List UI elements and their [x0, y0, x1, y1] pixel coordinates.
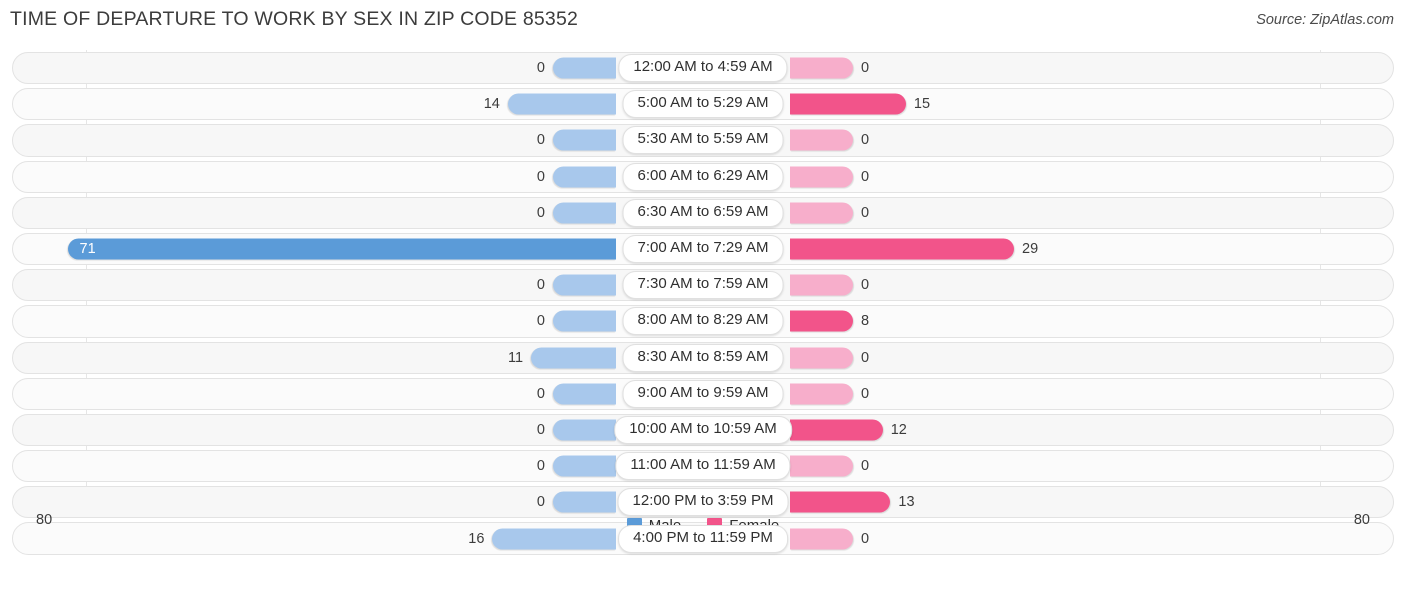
- male-bar[interactable]: [531, 347, 616, 369]
- male-value-label: 14: [483, 96, 500, 113]
- page-title: TIME OF DEPARTURE TO WORK BY SEX IN ZIP …: [10, 8, 579, 30]
- female-value-label: 0: [861, 168, 870, 185]
- table-row[interactable]: 0 0 12:00 AM to 4:59 AM: [0, 50, 1406, 86]
- male-bar[interactable]: [553, 383, 616, 405]
- female-value-label: 15: [913, 96, 931, 113]
- male-value-label: 71: [79, 241, 96, 258]
- male-value-label: 0: [536, 204, 545, 221]
- female-bar[interactable]: [790, 491, 891, 513]
- category-label[interactable]: 5:00 AM to 5:29 AM: [622, 90, 784, 119]
- female-bar[interactable]: [790, 166, 853, 188]
- male-value-label: 11: [507, 349, 524, 366]
- table-row[interactable]: 71 29 7:00 AM to 7:29 AM: [0, 231, 1406, 267]
- male-bar[interactable]: [67, 238, 616, 260]
- male-bar[interactable]: [553, 57, 616, 79]
- table-row[interactable]: 0 12 10:00 AM to 10:59 AM: [0, 412, 1406, 448]
- male-bar[interactable]: [553, 419, 616, 441]
- female-bar[interactable]: [790, 274, 853, 296]
- male-bar[interactable]: [553, 310, 616, 332]
- female-bar[interactable]: [790, 202, 853, 224]
- male-bar[interactable]: [553, 491, 616, 513]
- table-row[interactable]: 0 0 5:30 AM to 5:59 AM: [0, 122, 1406, 158]
- table-row[interactable]: 0 0 11:00 AM to 11:59 AM: [0, 448, 1406, 484]
- category-label[interactable]: 8:00 AM to 8:29 AM: [622, 307, 784, 336]
- table-row[interactable]: 0 13 12:00 PM to 3:59 PM: [0, 484, 1406, 520]
- category-label[interactable]: 12:00 PM to 3:59 PM: [617, 488, 789, 517]
- category-label[interactable]: 10:00 AM to 10:59 AM: [614, 415, 792, 444]
- chart-plot-area: 0 0 12:00 AM to 4:59 AM 14 15 5:00 AM to 5:29…: [0, 50, 1406, 557]
- female-value-label: 0: [861, 385, 870, 402]
- male-value-label: 0: [536, 60, 545, 77]
- male-value-label: 0: [536, 313, 545, 330]
- female-value-label: 0: [861, 458, 870, 475]
- male-value-label: 0: [536, 168, 545, 185]
- category-label[interactable]: 7:00 AM to 7:29 AM: [622, 235, 784, 264]
- category-label[interactable]: 7:30 AM to 7:59 AM: [622, 271, 784, 300]
- male-bar[interactable]: [553, 166, 616, 188]
- female-bar[interactable]: [790, 383, 853, 405]
- table-row[interactable]: 0 0 9:00 AM to 9:59 AM: [0, 376, 1406, 412]
- source-attribution: Source: ZipAtlas.com: [1256, 12, 1394, 28]
- bar-row-list: 0 0 12:00 AM to 4:59 AM 14 15 5:00 AM to 5:29…: [0, 50, 1406, 557]
- female-value-label: 12: [890, 421, 907, 438]
- female-value-label: 8: [861, 313, 870, 330]
- category-label[interactable]: 6:00 AM to 6:29 AM: [622, 162, 784, 191]
- male-bar[interactable]: [507, 93, 616, 115]
- category-label[interactable]: 8:30 AM to 8:59 AM: [622, 343, 784, 372]
- female-bar[interactable]: [790, 310, 853, 332]
- female-value-label: 0: [861, 349, 870, 366]
- category-label[interactable]: 12:00 AM to 4:59 AM: [618, 54, 788, 83]
- male-bar[interactable]: [553, 455, 616, 477]
- male-bar[interactable]: [553, 274, 616, 296]
- category-label[interactable]: 4:00 PM to 11:59 PM: [618, 524, 788, 553]
- female-bar[interactable]: [790, 347, 853, 369]
- female-value-label: 29: [1022, 241, 1039, 258]
- male-value-label: 0: [536, 277, 545, 294]
- female-value-label: 0: [861, 277, 870, 294]
- male-value-label: 0: [536, 458, 545, 475]
- female-bar[interactable]: [790, 129, 853, 151]
- category-label[interactable]: 9:00 AM to 9:59 AM: [622, 379, 784, 408]
- male-value-label: 0: [536, 385, 545, 402]
- male-value-label: 0: [536, 494, 545, 511]
- male-value-label: 0: [536, 421, 545, 438]
- female-value-label: 0: [861, 132, 870, 149]
- male-value-label: 0: [536, 132, 545, 149]
- male-bar[interactable]: [553, 129, 616, 151]
- female-bar[interactable]: [790, 57, 853, 79]
- table-row[interactable]: 0 0 6:30 AM to 6:59 AM: [0, 195, 1406, 231]
- table-row[interactable]: 11 0 8:30 AM to 8:59 AM: [0, 340, 1406, 376]
- female-value-label: 0: [861, 60, 870, 77]
- female-bar[interactable]: [790, 238, 1015, 260]
- female-bar[interactable]: [790, 93, 906, 115]
- female-bar[interactable]: [790, 455, 853, 477]
- category-label[interactable]: 6:30 AM to 6:59 AM: [622, 198, 784, 227]
- chart-header: TIME OF DEPARTURE TO WORK BY SEX IN ZIP …: [0, 0, 1406, 42]
- table-row[interactable]: 0 8 8:00 AM to 8:29 AM: [0, 303, 1406, 339]
- female-value-label: 0: [861, 204, 870, 221]
- category-label[interactable]: 11:00 AM to 11:59 AM: [615, 452, 791, 481]
- table-row[interactable]: 14 15 5:00 AM to 5:29 AM: [0, 86, 1406, 122]
- table-row[interactable]: 0 0 7:30 AM to 7:59 AM: [0, 267, 1406, 303]
- table-row[interactable]: 0 0 6:00 AM to 6:29 AM: [0, 159, 1406, 195]
- male-bar[interactable]: [553, 202, 616, 224]
- female-value-label: 13: [898, 494, 915, 511]
- female-bar[interactable]: [790, 419, 883, 441]
- category-label[interactable]: 5:30 AM to 5:59 AM: [622, 126, 784, 155]
